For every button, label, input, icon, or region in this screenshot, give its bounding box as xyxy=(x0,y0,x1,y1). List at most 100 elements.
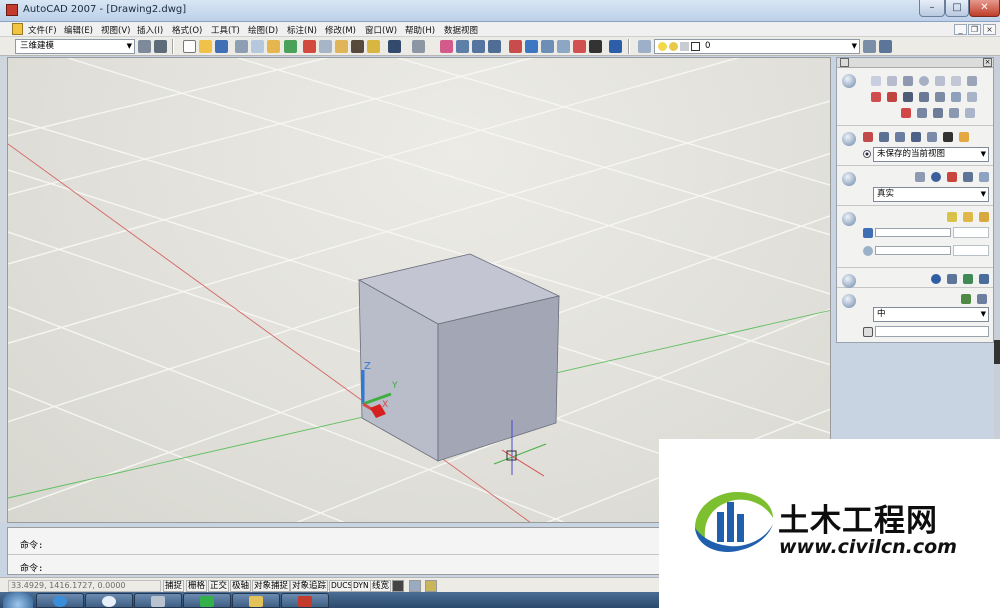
view-select[interactable]: 未保存的当前视图 ▼ xyxy=(873,147,989,162)
copy-icon[interactable] xyxy=(319,40,332,53)
view-icon[interactable] xyxy=(959,132,969,142)
menu-draw[interactable]: 绘图(D) xyxy=(248,24,278,36)
model-icon[interactable] xyxy=(392,580,404,592)
cut-icon[interactable] xyxy=(303,40,316,53)
make-layer-current-icon[interactable] xyxy=(863,40,876,53)
dyn-toggle[interactable]: DYN xyxy=(351,580,371,592)
subtract-icon[interactable] xyxy=(933,108,943,118)
palette-close-button[interactable]: × xyxy=(983,58,992,67)
undo-icon[interactable] xyxy=(388,40,401,53)
layer-select[interactable]: 0 ▼ xyxy=(654,39,860,54)
cone-icon[interactable] xyxy=(903,76,913,86)
menu-tools[interactable]: 工具(T) xyxy=(211,24,240,36)
osnap-toggle[interactable]: 对象捕捉 xyxy=(252,580,291,592)
loft-icon[interactable] xyxy=(935,92,945,102)
pan-icon[interactable] xyxy=(440,40,453,53)
start-button[interactable] xyxy=(3,592,33,608)
redo-icon[interactable] xyxy=(412,40,425,53)
walk-icon[interactable] xyxy=(895,132,905,142)
lineweight-toggle[interactable]: 线宽 xyxy=(370,580,392,592)
command-prompt[interactable]: 命令: xyxy=(20,561,43,574)
conceptual-icon[interactable] xyxy=(963,172,973,182)
point-light-icon[interactable] xyxy=(947,212,957,222)
help-icon[interactable] xyxy=(609,40,622,53)
render-settings-icon[interactable] xyxy=(947,274,957,284)
open-file-icon[interactable] xyxy=(199,40,212,53)
orbit-icon[interactable] xyxy=(863,132,873,142)
visual-style-icon[interactable] xyxy=(842,172,856,186)
time-value-box[interactable] xyxy=(953,245,989,256)
zoom-3d-icon[interactable] xyxy=(879,132,889,142)
sphere-icon[interactable] xyxy=(919,76,929,86)
taskbar-chat-button[interactable] xyxy=(183,593,231,608)
3d-hidden-icon[interactable] xyxy=(931,172,941,182)
palette-resize-handle[interactable] xyxy=(994,340,1000,364)
taskbar-browser-button[interactable] xyxy=(85,593,133,608)
presspull-icon[interactable] xyxy=(967,92,977,102)
light-icon[interactable] xyxy=(842,212,856,226)
mdi-minimize-button[interactable]: _ xyxy=(954,24,967,35)
render-icon[interactable] xyxy=(842,274,856,288)
slice-icon[interactable] xyxy=(965,108,975,118)
style-manager-icon[interactable] xyxy=(979,172,989,182)
taskbar-autocad-button[interactable] xyxy=(281,593,329,608)
date-slider[interactable] xyxy=(875,228,951,237)
navigate-icon[interactable] xyxy=(842,132,856,146)
layout-icon[interactable] xyxy=(409,580,421,592)
paste-icon[interactable] xyxy=(335,40,348,53)
zoom-realtime-icon[interactable] xyxy=(456,40,469,53)
spotlight-icon[interactable] xyxy=(963,212,973,222)
layer-manager-icon[interactable] xyxy=(638,40,651,53)
save-icon[interactable] xyxy=(215,40,228,53)
print-preview-icon[interactable] xyxy=(251,40,264,53)
design-center-icon[interactable] xyxy=(525,40,538,53)
zoom-previous-icon[interactable] xyxy=(488,40,501,53)
time-slider[interactable] xyxy=(875,246,951,255)
attach-material-icon[interactable] xyxy=(961,294,971,304)
menu-insert[interactable]: 插入(I) xyxy=(137,24,163,36)
3d-make-icon[interactable] xyxy=(842,74,856,88)
material-editor-icon[interactable] xyxy=(977,294,987,304)
markup-icon[interactable] xyxy=(573,40,586,53)
calculator-icon[interactable] xyxy=(589,40,602,53)
coordinate-readout[interactable]: 33.4929, 1416.1727, 0.0000 xyxy=(8,580,161,592)
new-file-icon[interactable] xyxy=(183,40,196,53)
sheet-set-icon[interactable] xyxy=(557,40,570,53)
fly-icon[interactable] xyxy=(911,132,921,142)
workspace-select[interactable]: 三维建模 ▼ xyxy=(15,39,135,54)
ucs-3d-icon[interactable] xyxy=(871,92,881,102)
union-icon[interactable] xyxy=(917,108,927,118)
cylinder-icon[interactable] xyxy=(935,76,945,86)
menu-edit[interactable]: 编辑(E) xyxy=(64,24,93,36)
intersect-icon[interactable] xyxy=(949,108,959,118)
menu-view[interactable]: 视图(V) xyxy=(101,24,130,36)
tool-palettes-icon[interactable] xyxy=(541,40,554,53)
date-value-box[interactable] xyxy=(953,227,989,238)
target-icon[interactable] xyxy=(887,92,897,102)
workspace-save-icon[interactable] xyxy=(154,40,167,53)
menu-modify[interactable]: 修改(M) xyxy=(325,24,356,36)
menu-file[interactable]: 文件(F) xyxy=(28,24,57,36)
snap-toggle[interactable]: 捕捉 xyxy=(163,580,185,592)
box-icon[interactable] xyxy=(871,76,881,86)
workspace-settings-icon[interactable] xyxy=(138,40,151,53)
maximize-button[interactable]: □ xyxy=(945,0,969,17)
otrack-toggle[interactable]: 对象追踪 xyxy=(290,580,329,592)
sun-properties-icon[interactable] xyxy=(979,212,989,222)
layer-previous-icon[interactable] xyxy=(879,40,892,53)
mdi-restore-button[interactable]: ❐ xyxy=(968,24,981,35)
wedge-icon[interactable] xyxy=(887,76,897,86)
taskbar-files-button[interactable] xyxy=(232,593,280,608)
properties-icon[interactable] xyxy=(509,40,522,53)
taskbar-ie-button[interactable] xyxy=(36,593,84,608)
swivel-icon[interactable] xyxy=(943,132,953,142)
revolve-icon[interactable] xyxy=(919,92,929,102)
palette-minimize-button[interactable] xyxy=(840,58,849,67)
render-environment-icon[interactable] xyxy=(963,274,973,284)
mdi-close-button[interactable]: × xyxy=(983,24,996,35)
document-icon[interactable] xyxy=(12,23,23,35)
zoom-window-icon[interactable] xyxy=(472,40,485,53)
menu-format[interactable]: 格式(O) xyxy=(172,24,202,36)
grid-toggle[interactable]: 栅格 xyxy=(186,580,208,592)
menu-window[interactable]: 窗口(W) xyxy=(365,24,397,36)
